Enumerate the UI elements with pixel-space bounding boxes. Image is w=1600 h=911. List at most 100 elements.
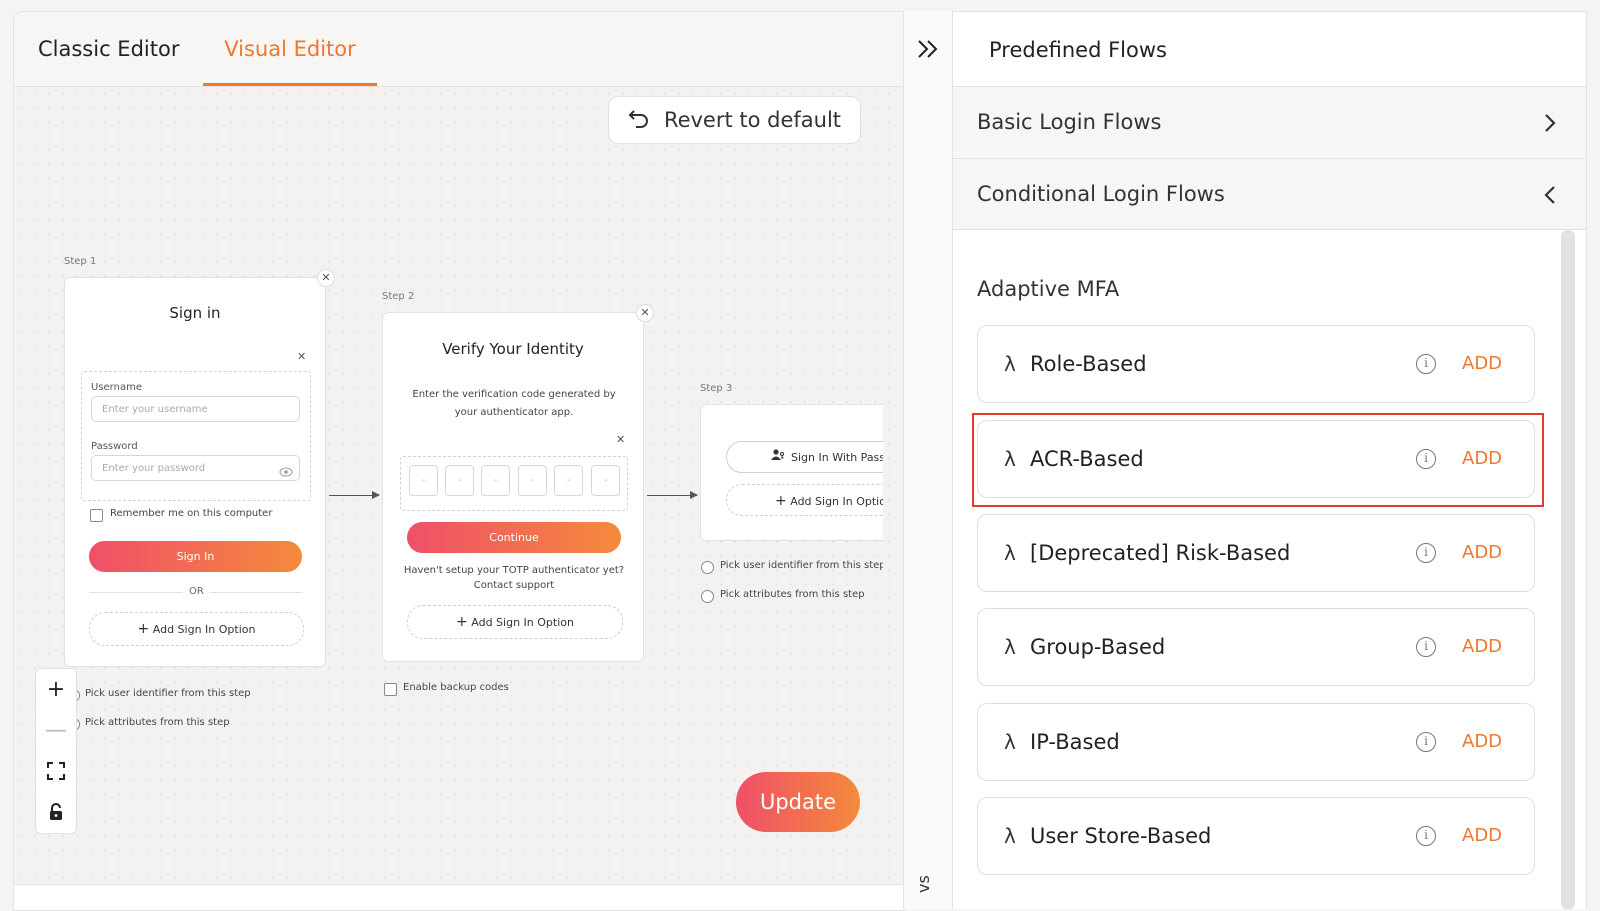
otp-digit-5[interactable]: - xyxy=(554,465,583,496)
pick-attributes-label: Pick attributes from this step xyxy=(720,589,865,600)
flow-name: Group-Based xyxy=(1030,635,1166,659)
sign-in-with-passkey-button[interactable]: Sign In With Passke xyxy=(726,441,883,473)
flow-card-group-based: λ Group-Based i ADD xyxy=(977,608,1535,686)
tab-classic-editor[interactable]: Classic Editor xyxy=(38,12,179,86)
remember-me-label: Remember me on this computer xyxy=(110,508,273,519)
conditional-login-flows-label: Conditional Login Flows xyxy=(977,182,1225,206)
conditional-login-flows-accordion[interactable]: Conditional Login Flows xyxy=(953,158,1586,230)
tab-visual-editor[interactable]: Visual Editor xyxy=(203,12,377,86)
otp-digit-6[interactable]: - xyxy=(591,465,620,496)
collapsed-panel-label: vs xyxy=(914,875,933,893)
step-3-label: Step 3 xyxy=(700,383,733,394)
remember-me-checkbox[interactable] xyxy=(90,509,103,522)
step-2-card: Verify Your Identity Enter the verificat… xyxy=(382,312,644,662)
contact-support-link[interactable]: Contact support xyxy=(383,580,645,591)
flow-arrow xyxy=(329,491,380,499)
enable-backup-codes-checkbox[interactable] xyxy=(384,683,397,696)
flow-name: [Deprecated] Risk-Based xyxy=(1030,541,1291,565)
step-3-card: Sign In With Passke + Add Sign In Optior xyxy=(700,404,883,541)
pick-attributes-label: Pick attributes from this step xyxy=(85,717,230,728)
basic-login-flows-accordion[interactable]: Basic Login Flows xyxy=(953,86,1586,158)
remove-authenticator-icon[interactable]: ✕ xyxy=(297,350,306,363)
add-sign-in-option-label: Add Sign In Option xyxy=(152,623,256,636)
username-input[interactable]: Enter your username xyxy=(91,396,300,422)
highlight-box xyxy=(972,413,1544,507)
flow-name: Role-Based xyxy=(1030,352,1147,376)
username-label: Username xyxy=(91,382,142,393)
sign-in-button[interactable]: Sign In xyxy=(89,541,302,572)
info-icon[interactable]: i xyxy=(1416,637,1436,657)
flow-name: IP-Based xyxy=(1030,730,1120,754)
otp-digit-2[interactable]: - xyxy=(445,465,474,496)
step-2-label: Step 2 xyxy=(382,291,415,302)
zoom-in-button[interactable]: + xyxy=(36,669,76,710)
editor-tabs: Classic Editor Visual Editor xyxy=(14,12,904,87)
lambda-icon: λ xyxy=(1004,730,1016,754)
passkey-icon xyxy=(771,442,785,474)
pick-identifier-label: Pick user identifier from this step xyxy=(720,560,883,571)
otp-digit-4[interactable]: - xyxy=(518,465,547,496)
step-3-clip: Sign In With Passke + Add Sign In Optior xyxy=(700,404,883,541)
step-1-card: Sign in ✕ Username Enter your username P… xyxy=(64,277,326,667)
fit-view-icon xyxy=(47,762,65,780)
flow-arrow xyxy=(647,491,698,499)
predefined-flows-panel: Predefined Flows Basic Login Flows Condi… xyxy=(953,11,1587,909)
revert-to-default-button[interactable]: Revert to default xyxy=(608,96,861,144)
chevron-left-icon xyxy=(1543,159,1557,229)
predefined-flows-title: Predefined Flows xyxy=(989,38,1167,62)
panel-scrollbar[interactable] xyxy=(1561,230,1575,909)
pick-identifier-radio[interactable] xyxy=(701,561,714,574)
collapse-panel-icon[interactable] xyxy=(916,37,940,65)
add-flow-button[interactable]: ADD xyxy=(1462,798,1502,874)
or-separator: OR xyxy=(183,586,210,597)
plus-icon: + xyxy=(456,614,468,630)
fit-view-button[interactable] xyxy=(36,751,76,792)
step-2-title: Verify Your Identity xyxy=(442,340,584,358)
add-sign-in-option-label: Add Sign In Option xyxy=(471,616,574,629)
lambda-icon: λ xyxy=(1004,541,1016,565)
info-icon[interactable]: i xyxy=(1416,543,1436,563)
flow-card-ip-based: λ IP-Based i ADD xyxy=(977,703,1535,781)
otp-digit-3[interactable]: - xyxy=(481,465,510,496)
pick-identifier-label: Pick user identifier from this step xyxy=(85,688,251,699)
add-flow-button[interactable]: ADD xyxy=(1462,609,1502,685)
add-flow-button[interactable]: ADD xyxy=(1462,704,1502,780)
remove-step-2-icon[interactable]: ✕ xyxy=(636,304,654,322)
canvas-controls: + — xyxy=(35,668,77,834)
enable-backup-codes-label: Enable backup codes xyxy=(403,682,509,693)
lock-button[interactable] xyxy=(36,792,76,833)
add-flow-button[interactable]: ADD xyxy=(1462,515,1502,591)
basic-login-flows-label: Basic Login Flows xyxy=(977,110,1162,134)
remove-totp-icon[interactable]: ✕ xyxy=(616,433,625,446)
otp-digit-1[interactable]: - xyxy=(409,465,438,496)
step-2-description: Enter the verification code generated by… xyxy=(412,389,616,418)
pick-attributes-radio[interactable] xyxy=(701,590,714,603)
add-sign-in-option-label: Add Sign In Optior xyxy=(790,495,883,508)
remove-step-1-icon[interactable]: ✕ xyxy=(317,269,335,287)
zoom-out-button[interactable]: — xyxy=(36,710,76,751)
lock-icon xyxy=(50,803,62,820)
info-icon[interactable]: i xyxy=(1416,354,1436,374)
step-1-title: Sign in xyxy=(169,304,221,322)
flow-card-role-based: λ Role-Based i ADD xyxy=(977,325,1535,403)
add-sign-in-option-button[interactable]: + Add Sign In Optior xyxy=(726,484,883,516)
eye-icon[interactable] xyxy=(279,462,293,481)
side-panel-toggle-column: vs xyxy=(903,11,953,909)
flow-name: User Store-Based xyxy=(1030,824,1212,848)
add-flow-button[interactable]: ADD xyxy=(1462,326,1502,402)
step-1-label: Step 1 xyxy=(64,256,97,267)
plus-icon: + xyxy=(137,621,150,637)
password-input[interactable]: Enter your password xyxy=(91,455,300,481)
adaptive-mfa-heading: Adaptive MFA xyxy=(977,277,1120,301)
undo-icon xyxy=(628,108,650,133)
info-icon[interactable]: i xyxy=(1416,732,1436,752)
update-button[interactable]: Update xyxy=(736,772,860,832)
lambda-icon: λ xyxy=(1004,635,1016,659)
info-icon[interactable]: i xyxy=(1416,826,1436,846)
add-sign-in-option-button[interactable]: + Add Sign In Option xyxy=(407,605,623,639)
continue-button[interactable]: Continue xyxy=(407,522,621,553)
plus-icon: + xyxy=(775,493,787,509)
flow-card-user-store-based: λ User Store-Based i ADD xyxy=(977,797,1535,875)
add-sign-in-option-button[interactable]: + Add Sign In Option xyxy=(89,612,304,646)
lambda-icon: λ xyxy=(1004,824,1016,848)
